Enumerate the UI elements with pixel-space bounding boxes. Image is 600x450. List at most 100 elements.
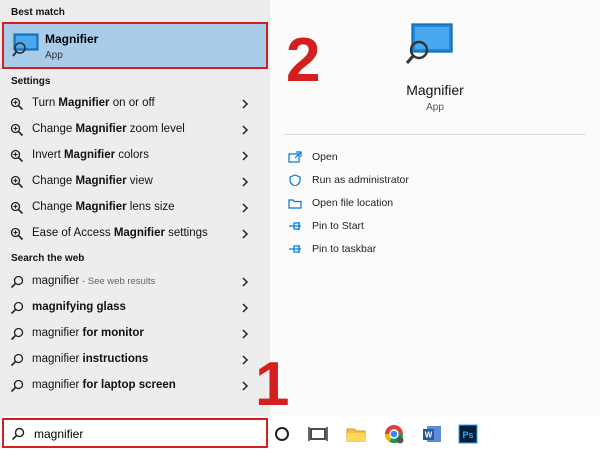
magnifier-settings-icon [10, 123, 24, 137]
magnifier-app-icon [12, 33, 39, 57]
result-label-highlight: magnifying glass [32, 301, 126, 313]
result-label: magnifier - See web results [32, 275, 155, 287]
result-label-text: magnifier [32, 327, 83, 339]
chrome-icon[interactable] [384, 424, 404, 444]
cortana-icon[interactable] [272, 424, 292, 444]
chevron-right-icon[interactable] [240, 275, 250, 289]
svg-text:Ps: Ps [462, 430, 473, 440]
word-icon[interactable]: W [422, 424, 442, 444]
result-label: Turn Magnifier on or off [32, 97, 155, 109]
settings-result-item[interactable]: Turn Magnifier on or off [0, 92, 268, 116]
taskbar: W Ps [270, 416, 600, 450]
best-match-header: Best match [11, 7, 65, 18]
web-result-item[interactable]: magnifier for laptop screen [0, 374, 268, 398]
search-icon [10, 275, 24, 289]
result-label-text: Turn [32, 97, 59, 109]
web-result-item[interactable]: magnifier for monitor [0, 322, 268, 346]
chevron-right-icon[interactable] [240, 175, 250, 189]
task-view-icon[interactable] [308, 424, 328, 444]
chevron-right-icon[interactable] [240, 327, 250, 341]
settings-result-item[interactable]: Change Magnifier view [0, 170, 268, 194]
action-label: Open file location [312, 197, 394, 209]
run-as-admin-icon [289, 174, 301, 186]
svg-text:W: W [425, 431, 433, 440]
search-icon [10, 353, 24, 367]
result-label-text: magnifier [32, 275, 80, 287]
result-label-text: Invert [32, 149, 64, 161]
search-icon [11, 427, 25, 441]
result-label-highlight: Magnifier [75, 201, 127, 213]
settings-result-item[interactable]: Invert Magnifier colors [0, 144, 268, 168]
web-result-item[interactable]: magnifier instructions [0, 348, 268, 372]
result-label-highlight: Magnifier [63, 149, 116, 161]
action-label: Pin to Start [312, 220, 364, 232]
pin-icon [289, 222, 301, 230]
action-pin-to-taskbar[interactable]: Pin to taskbar [288, 240, 548, 260]
chevron-right-icon[interactable] [240, 123, 250, 137]
web-result-item[interactable]: magnifying glass [0, 296, 268, 320]
result-label-text: lens size [126, 201, 175, 213]
result-label-highlight: Magnifier [75, 175, 127, 187]
action-open[interactable]: Open [288, 148, 548, 168]
result-label: magnifier instructions [32, 353, 148, 365]
result-label-text: view [126, 175, 153, 187]
settings-result-item[interactable]: Ease of Access Magnifier settings [0, 222, 268, 246]
magnifier-settings-icon [10, 175, 24, 189]
action-open-file-location[interactable]: Open file location [288, 194, 548, 214]
result-label-highlight: instructions [82, 353, 149, 365]
search-results-pane: Best match Magnifier App Settings Turn M… [0, 0, 270, 416]
result-label-highlight: Magnifier [113, 227, 165, 239]
search-icon [10, 327, 24, 341]
chevron-right-icon[interactable] [240, 227, 250, 241]
result-label-text: Ease of Access [32, 227, 114, 239]
best-match-title: Magnifier [45, 32, 99, 46]
result-label: magnifier for monitor [32, 327, 144, 339]
web-result-item[interactable]: magnifier - See web results [0, 270, 268, 294]
result-label: magnifying glass [32, 301, 126, 313]
file-location-icon [288, 199, 302, 209]
settings-result-item[interactable]: Change Magnifier lens size [0, 196, 268, 220]
action-label: Open [312, 151, 338, 163]
photoshop-icon[interactable]: Ps [458, 424, 478, 444]
result-label-highlight: Magnifier [58, 97, 110, 109]
open-icon [288, 151, 302, 163]
settings-result-item[interactable]: Change Magnifier zoom level [0, 118, 268, 142]
search-web-header: Search the web [11, 253, 85, 264]
action-pin-to-start[interactable]: Pin to Start [288, 217, 548, 237]
chevron-right-icon[interactable] [240, 353, 250, 367]
magnifier-app-icon-large [405, 23, 453, 64]
search-input-value: magnifier [34, 427, 84, 441]
result-label-text: magnifier [32, 379, 83, 391]
search-input[interactable]: magnifier [2, 418, 268, 448]
result-label: Change Magnifier view [32, 175, 153, 187]
chevron-right-icon[interactable] [240, 379, 250, 393]
file-explorer-icon[interactable] [346, 424, 366, 444]
result-label-text: Change [32, 123, 76, 135]
best-match-result[interactable]: Magnifier App [2, 22, 268, 69]
action-run-as-administrator[interactable]: Run as administrator [288, 171, 548, 191]
best-match-subtitle: App [45, 50, 63, 61]
result-label-text: settings [164, 227, 208, 239]
result-label-text: on or off [109, 97, 155, 109]
magnifier-settings-icon [10, 227, 24, 241]
search-icon [10, 301, 24, 315]
result-label-highlight: for laptop screen [82, 379, 176, 391]
search-icon [10, 379, 24, 393]
result-label: Ease of Access Magnifier settings [32, 227, 208, 239]
divider [284, 134, 586, 135]
settings-header: Settings [11, 76, 51, 87]
pin-icon [289, 245, 301, 253]
result-label: Invert Magnifier colors [32, 149, 149, 161]
result-label-text: Change [32, 201, 76, 213]
chevron-right-icon[interactable] [240, 301, 250, 315]
annotation-step-1: 1 [255, 350, 290, 419]
annotation-step-2: 2 [286, 26, 321, 95]
chevron-right-icon[interactable] [240, 149, 250, 163]
chevron-right-icon[interactable] [240, 97, 250, 111]
result-label: Change Magnifier lens size [32, 201, 175, 213]
chevron-right-icon[interactable] [240, 201, 250, 215]
result-label-text: Change [32, 175, 76, 187]
magnifier-settings-icon [10, 201, 24, 215]
action-label: Run as administrator [312, 174, 409, 186]
app-subtitle: App [426, 102, 444, 113]
